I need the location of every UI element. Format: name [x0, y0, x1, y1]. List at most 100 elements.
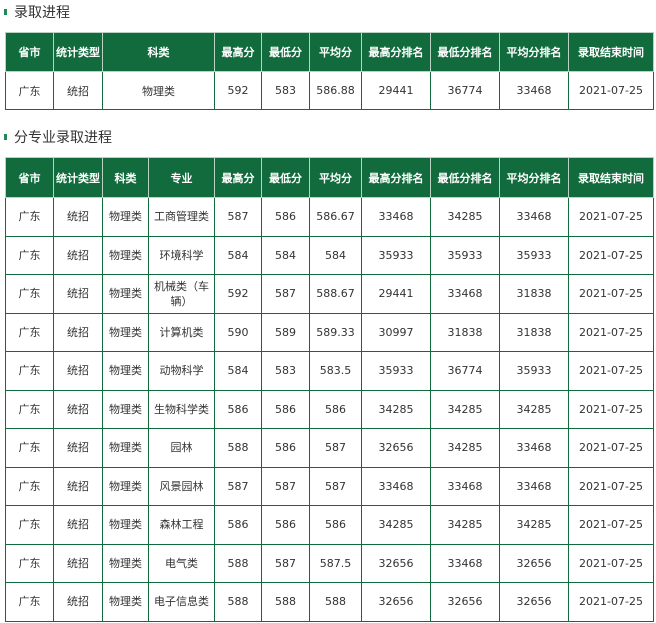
table-body: 广东 统招 物理类 工商管理类 587 586 586.67 33468 34285 33468 2…: [5, 197, 654, 622]
column-header-avg-score: 平均分: [309, 157, 362, 198]
column-header-avg-score: 平均分: [309, 32, 362, 72]
table-row: 广东 统招 物理类 592 583 586.88 29441 36774 33468 2021-0…: [5, 71, 654, 110]
cell-stat-type: 统招: [53, 466, 103, 506]
cell-avg-score: 587.5: [309, 543, 362, 583]
table-row: 广东 统招 物理类 风景园林 587 587 587 33468 33468 33468 2021-…: [5, 466, 654, 506]
cell-avg-rank: 31838: [499, 274, 569, 314]
cell-max-score: 588: [214, 428, 262, 468]
cell-stat-type: 统招: [53, 71, 103, 110]
table-row: 广东 统招 物理类 生物科学类 586 586 586 34285 34285 34285 2021…: [5, 389, 654, 429]
cell-min-rank: 36774: [430, 71, 500, 110]
table-row: 广东 统招 物理类 动物科学 584 583 583.5 35933 36774 35933 202…: [5, 351, 654, 391]
cell-avg-score: 586.88: [309, 71, 362, 110]
table-row: 广东 统招 物理类 电气类 588 587 587.5 32656 33468 32656 2021…: [5, 543, 654, 583]
column-header-max-rank: 最高分排名: [361, 32, 431, 72]
section-title-admission-progress: 录取进程: [4, 2, 70, 22]
cell-max-rank: 33468: [361, 197, 431, 237]
cell-subject: 物理类: [102, 543, 149, 583]
cell-subject: 物理类: [102, 466, 149, 506]
cell-province: 广东: [5, 582, 54, 622]
cell-province: 广东: [5, 197, 54, 237]
column-header-province: 省市: [5, 32, 54, 72]
cell-avg-score: 586.67: [309, 197, 362, 237]
cell-max-score: 584: [214, 351, 262, 391]
cell-min-score: 583: [261, 351, 310, 391]
cell-avg-rank: 35933: [499, 235, 569, 275]
cell-avg-rank: 32656: [499, 543, 569, 583]
cell-stat-type: 统招: [53, 197, 103, 237]
section-title-text: 录取进程: [14, 5, 70, 21]
cell-end-date: 2021-07-25: [568, 543, 654, 583]
table-row: 广东 统招 物理类 工商管理类 587 586 586.67 33468 34285 33468 2…: [5, 197, 654, 237]
column-header-end-date: 录取结束时间: [568, 157, 654, 198]
cell-province: 广东: [5, 505, 54, 545]
cell-stat-type: 统招: [53, 274, 103, 314]
cell-subject: 物理类: [102, 505, 149, 545]
cell-end-date: 2021-07-25: [568, 351, 654, 391]
cell-avg-score: 587: [309, 428, 362, 468]
cell-subject: 物理类: [102, 582, 149, 622]
cell-major: 电气类: [148, 543, 215, 583]
cell-avg-score: 589.33: [309, 312, 362, 352]
cell-min-rank: 32656: [430, 582, 500, 622]
cell-major: 生物科学类: [148, 389, 215, 429]
cell-avg-rank: 32656: [499, 582, 569, 622]
section-marker-icon: [4, 9, 7, 15]
cell-max-score: 586: [214, 505, 262, 545]
cell-min-rank: 35933: [430, 235, 500, 275]
cell-avg-rank: 33468: [499, 428, 569, 468]
cell-subject: 物理类: [102, 274, 149, 314]
column-header-stat-type: 统计类型: [53, 157, 103, 198]
cell-min-score: 584: [261, 235, 310, 275]
cell-avg-score: 586: [309, 389, 362, 429]
cell-stat-type: 统招: [53, 389, 103, 429]
cell-province: 广东: [5, 351, 54, 391]
cell-subject: 物理类: [102, 235, 149, 275]
cell-end-date: 2021-07-25: [568, 505, 654, 545]
cell-avg-rank: 33468: [499, 197, 569, 237]
cell-province: 广东: [5, 466, 54, 506]
cell-stat-type: 统招: [53, 351, 103, 391]
cell-stat-type: 统招: [53, 428, 103, 468]
cell-end-date: 2021-07-25: [568, 235, 654, 275]
cell-min-rank: 33468: [430, 274, 500, 314]
cell-stat-type: 统招: [53, 312, 103, 352]
cell-end-date: 2021-07-25: [568, 274, 654, 314]
cell-max-score: 588: [214, 582, 262, 622]
table-row: 广东 统招 物理类 环境科学 584 584 584 35933 35933 35933 2021-…: [5, 235, 654, 275]
cell-max-score: 587: [214, 466, 262, 506]
cell-min-score: 587: [261, 274, 310, 314]
cell-min-score: 587: [261, 466, 310, 506]
cell-min-rank: 34285: [430, 428, 500, 468]
cell-min-score: 589: [261, 312, 310, 352]
cell-max-rank: 32656: [361, 428, 431, 468]
cell-min-rank: 34285: [430, 197, 500, 237]
column-header-max-score: 最高分: [214, 32, 262, 72]
cell-max-score: 587: [214, 197, 262, 237]
cell-stat-type: 统招: [53, 505, 103, 545]
cell-avg-rank: 34285: [499, 505, 569, 545]
cell-max-rank: 34285: [361, 505, 431, 545]
cell-max-rank: 35933: [361, 351, 431, 391]
column-header-subject: 科类: [102, 32, 215, 72]
cell-end-date: 2021-07-25: [568, 312, 654, 352]
column-header-avg-rank: 平均分排名: [499, 32, 569, 72]
cell-min-score: 588: [261, 582, 310, 622]
cell-province: 广东: [5, 235, 54, 275]
table-row: 广东 统招 物理类 计算机类 590 589 589.33 30997 31838 31838 20…: [5, 312, 654, 352]
cell-max-rank: 35933: [361, 235, 431, 275]
cell-avg-score: 583.5: [309, 351, 362, 391]
cell-subject: 物理类: [102, 312, 149, 352]
column-header-end-date: 录取结束时间: [568, 32, 654, 72]
cell-end-date: 2021-07-25: [568, 466, 654, 506]
cell-subject: 物理类: [102, 351, 149, 391]
table-header-row: 省市 统计类型 科类 最高分 最低分 平均分 最高分排名 最低分排名 平均分排名…: [5, 32, 654, 72]
cell-min-rank: 33468: [430, 466, 500, 506]
cell-avg-score: 588.67: [309, 274, 362, 314]
cell-min-rank: 34285: [430, 389, 500, 429]
column-header-province: 省市: [5, 157, 54, 198]
cell-max-rank: 33468: [361, 466, 431, 506]
cell-end-date: 2021-07-25: [568, 389, 654, 429]
admission-progress-table: 省市 统计类型 科类 最高分 最低分 平均分 最高分排名 最低分排名 平均分排名…: [5, 32, 654, 110]
cell-max-rank: 29441: [361, 274, 431, 314]
